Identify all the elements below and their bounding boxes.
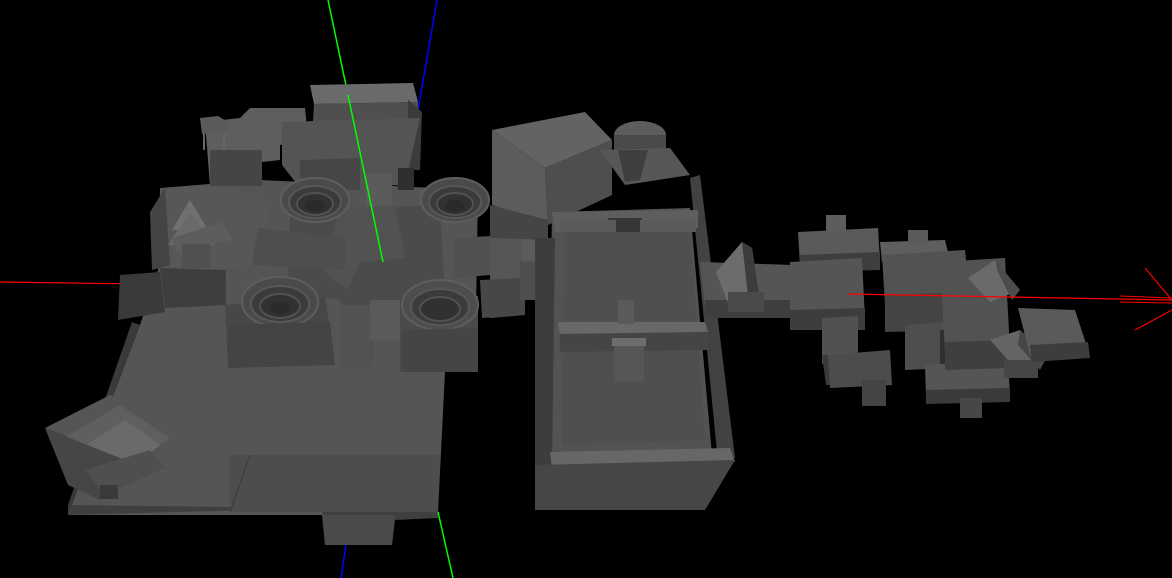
rc-low-stub	[960, 398, 982, 418]
z-axis-line-bottom	[340, 544, 347, 578]
scene-canvas[interactable]	[0, 0, 1172, 578]
left-complex	[45, 83, 490, 545]
pit-top-left	[280, 177, 350, 223]
hall-inner-post	[618, 300, 634, 324]
connector-block-3	[480, 278, 525, 318]
pit-divider-block-2	[370, 300, 400, 340]
rc-top-nub	[826, 215, 846, 233]
bridge-pagoda-base	[728, 292, 764, 312]
hall-inner-stair	[614, 342, 644, 382]
center-building	[490, 112, 735, 510]
connector-block-1	[455, 236, 490, 278]
hall-gate-left	[560, 220, 616, 232]
rotunda	[600, 121, 690, 185]
pit-bottom-right	[400, 279, 479, 372]
main-hall-left-wall	[535, 238, 555, 470]
hall-gate-right	[640, 220, 696, 232]
x-axis-line-left	[0, 281, 141, 285]
base-slab-lower-band	[230, 455, 440, 512]
main-hall-front	[535, 460, 735, 510]
hall-inner-stair-top	[612, 338, 646, 346]
pit-top-right	[420, 177, 490, 223]
left-wing-front	[160, 268, 226, 308]
top-box-dark-slot	[398, 168, 414, 190]
tl-tower-top	[200, 116, 228, 134]
right-cluster	[700, 215, 1090, 418]
y-axis-line-bottom	[437, 511, 454, 578]
pagoda-left-base	[182, 244, 210, 268]
z-axis-line	[417, 0, 438, 111]
y-axis-line-top	[327, 0, 349, 96]
base-slab-step	[322, 515, 395, 545]
pit-divider-block	[340, 305, 374, 367]
top-box-top	[310, 83, 418, 104]
tl-building-front	[210, 150, 262, 186]
rc-lower-stub	[862, 380, 886, 406]
rc-right-nub	[908, 230, 928, 244]
far-end-front	[1030, 342, 1090, 362]
far-pagoda-2-base	[1004, 360, 1038, 378]
left-wing-block	[118, 272, 165, 320]
3d-viewport[interactable]	[0, 0, 1172, 578]
